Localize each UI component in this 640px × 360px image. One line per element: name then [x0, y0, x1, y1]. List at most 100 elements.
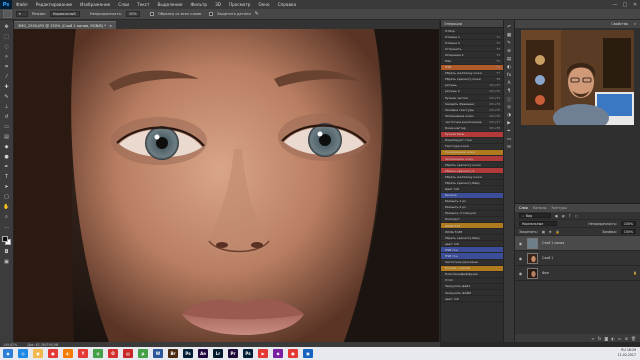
action-button[interactable]: цвет тоб [441, 296, 503, 303]
photoshop-logo[interactable]: Ps [0, 0, 12, 9]
menu-item[interactable]: 3D [211, 2, 225, 7]
camera-icon[interactable]: ● [48, 349, 58, 358]
system-clock[interactable]: RU 18:29 11.02.2017 [618, 348, 636, 358]
brush-size-picker[interactable]: ▾ [16, 11, 28, 17]
premiere-icon[interactable]: Pr [228, 349, 238, 358]
blend-mode-select[interactable]: Нормальные [519, 220, 557, 227]
quick-mask-icon[interactable]: ◘ [2, 248, 11, 256]
add-mask-icon[interactable]: ◙ [604, 336, 608, 341]
layer-opacity-input[interactable]: 100% [620, 220, 636, 227]
marquee-tool-icon[interactable]: ⬚ [2, 33, 11, 41]
notes-panel-icon[interactable]: ✉ [505, 144, 513, 151]
swatches-panel-icon[interactable]: ▤ [505, 56, 513, 63]
panel-menu-icon[interactable]: » [634, 22, 636, 26]
pressure-icon[interactable]: ✎ [255, 11, 259, 17]
menu-item[interactable]: Просмотр [225, 2, 255, 7]
zoom-tool-icon[interactable]: ⌕ [2, 213, 11, 221]
after-effects-icon[interactable]: Ae [198, 349, 208, 358]
yandex-icon[interactable]: Y [78, 349, 88, 358]
clone-source-icon[interactable]: ⊛ [505, 48, 513, 55]
blur-tool-icon[interactable]: ◆ [2, 143, 11, 151]
paragraph-panel-icon[interactable]: ¶ [505, 88, 513, 95]
hand-tool-icon[interactable]: ✋ [2, 203, 11, 211]
menu-item[interactable]: Фильтр [187, 2, 212, 7]
word-icon[interactable]: W [153, 349, 163, 358]
document-canvas[interactable] [14, 29, 439, 342]
properties-tab[interactable]: Свойства [611, 22, 628, 26]
layer-row[interactable]: ◉ Фон 🔒 [515, 266, 640, 281]
layer-filter-select[interactable]: ⌕ Вид [519, 212, 551, 219]
screen-mode-icon[interactable]: ▣ [2, 258, 11, 266]
mode-select[interactable]: Нормальный [49, 11, 80, 17]
menu-item[interactable]: Окно [254, 2, 273, 7]
move-tool-icon[interactable]: ✥ [2, 23, 11, 31]
lock-position-icon[interactable]: ✥ [549, 230, 552, 234]
menu-item[interactable]: Файл [12, 2, 32, 7]
media-icon[interactable]: ◆ [273, 349, 283, 358]
path-select-tool-icon[interactable]: ➤ [2, 183, 11, 191]
menu-item[interactable]: Текст [133, 2, 153, 7]
visibility-eye-icon[interactable]: ◉ [518, 271, 523, 276]
history-brush-tool-icon[interactable]: ↺ [2, 113, 11, 121]
torrent-icon[interactable]: μ [138, 349, 148, 358]
browser-icon[interactable]: ◎ [18, 349, 28, 358]
layer-row[interactable]: ◉ Слой 1 [515, 251, 640, 266]
character-panel-icon[interactable]: A [505, 80, 513, 87]
link-layers-icon[interactable]: ∞ [591, 336, 594, 341]
tab-layers[interactable]: Слои [519, 206, 528, 210]
layer-style-icon[interactable]: fx [598, 336, 602, 341]
maximize-button[interactable]: □ [620, 0, 630, 9]
foreground-color-swatch[interactable] [1, 236, 8, 242]
lock-pixels-icon[interactable]: ▦ [542, 230, 545, 234]
menu-item[interactable]: Слои [114, 2, 133, 7]
actions-panel-title[interactable]: Операции [441, 20, 503, 28]
visibility-eye-icon[interactable]: ◉ [518, 241, 523, 246]
styles-panel-icon[interactable]: fx [505, 72, 513, 79]
folder-icon[interactable]: ▣ [33, 349, 43, 358]
navigator-panel-icon[interactable]: ◎ [505, 104, 513, 111]
filter-pixel-icon[interactable]: ▣ [555, 214, 558, 218]
layer-row[interactable]: ◉ Слой 1 копия [515, 236, 640, 251]
history-panel-icon[interactable]: ↶ [505, 24, 513, 31]
recorder-icon[interactable]: ● [288, 349, 298, 358]
video-icon[interactable]: ▶ [258, 349, 268, 358]
info-panel-icon[interactable]: ⓘ [505, 96, 513, 103]
opacity-input[interactable]: 50% [126, 11, 141, 17]
menu-item[interactable]: Изображение [76, 2, 114, 7]
quick-select-tool-icon[interactable]: ✧ [2, 53, 11, 61]
tab-paths[interactable]: Контуры [551, 206, 567, 210]
close-window-button[interactable]: ✕ [630, 0, 640, 9]
tab-channels[interactable]: Каналы [533, 206, 547, 210]
lock-all-icon[interactable]: 🔒 [556, 230, 560, 234]
minimize-button[interactable]: — [610, 0, 620, 9]
healing-brush-tool-icon[interactable]: ✚ [2, 83, 11, 91]
brush-tool-icon[interactable]: ✎ [2, 93, 11, 101]
visibility-eye-icon[interactable]: ◉ [518, 256, 523, 261]
paths-panel-icon[interactable]: ✒ [505, 128, 513, 135]
photoshop-2-icon[interactable]: Ps [243, 349, 253, 358]
sample-all-checkbox[interactable] [150, 12, 155, 16]
tray-language[interactable]: RU [621, 348, 626, 352]
dodge-tool-icon[interactable]: ● [2, 153, 11, 161]
type-tool-icon[interactable]: T [2, 173, 11, 181]
close-document-icon[interactable]: × [109, 24, 112, 28]
opera-icon[interactable]: O [108, 349, 118, 358]
bridge-icon[interactable]: Br [168, 349, 178, 358]
start-icon[interactable]: ◉ [3, 349, 13, 358]
new-layer-icon[interactable]: ⊞ [625, 336, 628, 341]
actions-panel-icon[interactable]: ▶ [505, 120, 513, 127]
gradient-tool-icon[interactable]: ▤ [2, 133, 11, 141]
protect-detail-checkbox[interactable] [209, 12, 214, 16]
shape-tool-icon[interactable]: ▢ [2, 193, 11, 201]
adjustment-layer-icon[interactable]: ◐ [611, 336, 615, 341]
color-swatches[interactable] [1, 236, 12, 246]
eyedropper-tool-icon[interactable]: ⁄ [2, 73, 11, 81]
explorer-icon[interactable]: ▣ [303, 349, 313, 358]
eraser-tool-icon[interactable]: ▭ [2, 123, 11, 131]
tool-preset-picker[interactable] [3, 10, 12, 18]
firefox-icon[interactable]: ◐ [63, 349, 73, 358]
document-tab[interactable]: 3MG_2550.JPG @ 150% (Слой 1 копия, RGB/8… [14, 21, 116, 29]
lightroom-icon[interactable]: Lr [213, 349, 223, 358]
menu-item[interactable]: Выделение [154, 2, 187, 7]
menu-item[interactable]: Справка [274, 2, 300, 7]
